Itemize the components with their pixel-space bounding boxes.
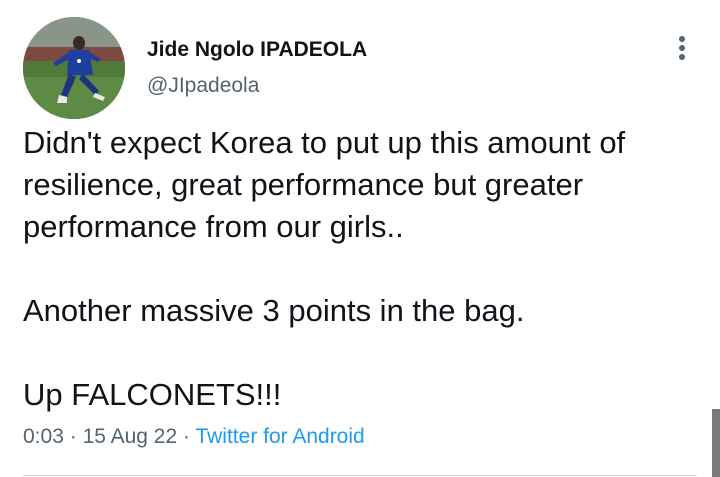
meta-separator: · — [69, 425, 77, 448]
tweet-text-paragraph: Didn't expect Korea to put up this amoun… — [23, 125, 634, 244]
author-handle[interactable]: @JIpadeola — [147, 74, 259, 98]
tweet-text-paragraph: Up FALCONETS!!! — [23, 377, 282, 412]
avatar-image — [23, 17, 125, 119]
author-display-name[interactable]: Jide Ngolo IPADEOLA — [147, 38, 367, 62]
more-vertical-icon — [679, 36, 685, 60]
divider — [23, 475, 697, 476]
tweet-source-link[interactable]: Twitter for Android — [195, 425, 364, 448]
tweet: Jide Ngolo IPADEOLA @JIpadeola Didn't ex… — [0, 0, 720, 477]
tweet-text-paragraph: Another massive 3 points in the bag. — [23, 293, 525, 328]
scrollbar-thumb[interactable] — [712, 409, 720, 477]
meta-separator: · — [183, 425, 190, 448]
more-options-button[interactable] — [664, 30, 700, 66]
avatar[interactable] — [23, 17, 125, 119]
tweet-date[interactable]: 15 Aug 22 — [83, 425, 178, 448]
tweet-time[interactable]: 0:03 — [23, 425, 64, 448]
tweet-metadata: 0:03 · 15 Aug 22 · Twitter for Android — [23, 425, 365, 449]
tweet-text: Didn't expect Korea to put up this amoun… — [23, 122, 703, 416]
